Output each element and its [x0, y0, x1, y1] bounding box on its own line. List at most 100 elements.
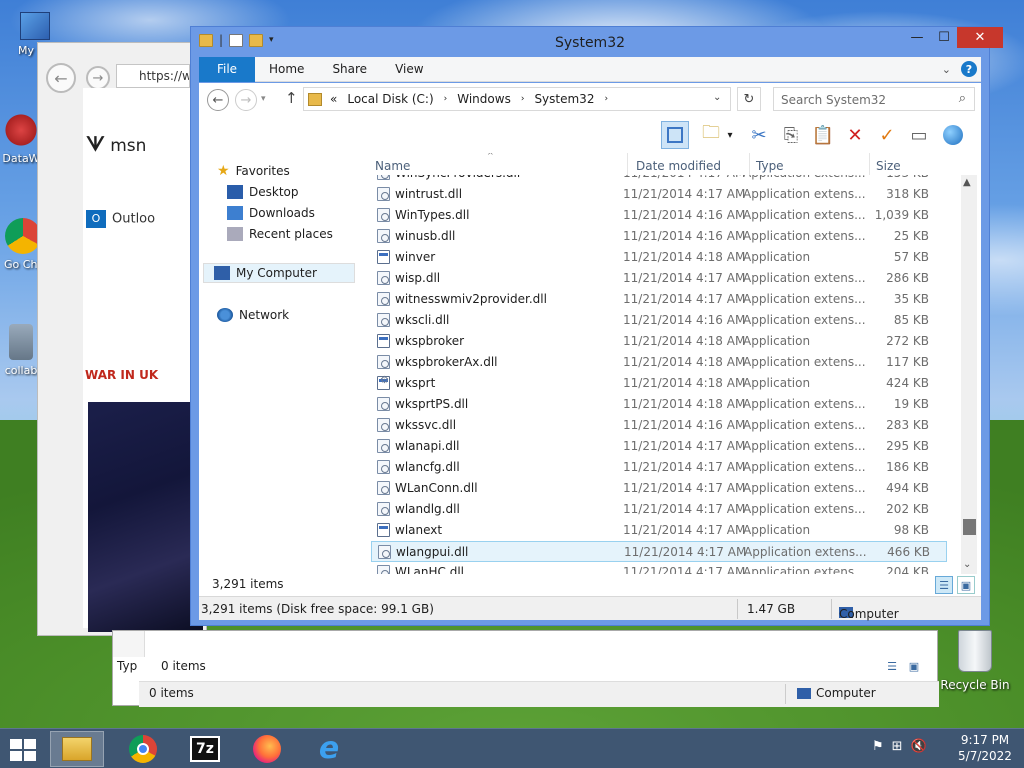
table-row[interactable]: wlandlg.dll 11/21/2014 4:17 AM Application…: [371, 499, 947, 520]
browser-forward-button[interactable]: →: [86, 66, 110, 90]
ribbon-expand-icon[interactable]: ⌄: [942, 63, 951, 76]
table-row[interactable]: winver 11/21/2014 4:18 AM Application 57 KB: [371, 247, 947, 268]
nav-network[interactable]: Network: [217, 305, 289, 325]
minimize-button[interactable]: —: [903, 27, 931, 48]
breadcrumb-prefix[interactable]: «: [330, 92, 337, 106]
browser-address-bar[interactable]: https://w: [116, 64, 190, 88]
table-row[interactable]: wlancfg.dll 11/21/2014 4:17 AM Application…: [371, 457, 947, 478]
action-center-flag-icon[interactable]: ⚑: [872, 739, 884, 754]
file-date: 11/21/2014 4:17 AM: [623, 502, 746, 516]
clock[interactable]: 9:17 PM 5/7/2022: [950, 732, 1020, 764]
chevron-right-icon[interactable]: ›: [444, 94, 448, 104]
vertical-scrollbar[interactable]: ▲ ⌄: [961, 175, 977, 575]
search-input[interactable]: Search System32 ⌕: [773, 87, 975, 111]
details-view-icon[interactable]: ☰: [935, 576, 953, 594]
table-row[interactable]: wlanapi.dll 11/21/2014 4:17 AM Application…: [371, 436, 947, 457]
table-row[interactable]: wkssvc.dll 11/21/2014 4:16 AM Application …: [371, 415, 947, 436]
cut-icon[interactable]: ✂: [745, 121, 773, 149]
scroll-down-icon[interactable]: ⌄: [963, 559, 971, 570]
table-row[interactable]: WinTypes.dll 11/21/2014 4:16 AM Applicatio…: [371, 205, 947, 226]
address-field[interactable]: « Local Disk (C:) › Windows › System32 ›: [303, 87, 731, 111]
address-bar-row: ← → ▾ ↑ « Local Disk (C:) › Windows › Sy…: [199, 83, 981, 117]
recent-locations-icon[interactable]: ▾: [261, 94, 266, 104]
taskbar-chrome[interactable]: [116, 731, 170, 767]
column-type[interactable]: Type: [756, 159, 784, 173]
column-date[interactable]: Date modified: [636, 159, 721, 173]
nav-my-computer[interactable]: My Computer: [203, 263, 355, 283]
taskbar-firefox[interactable]: [240, 731, 294, 767]
nav-desktop[interactable]: Desktop: [227, 182, 299, 202]
status-bar: 3,291 items (Disk free space: 99.1 GB) 1…: [199, 596, 981, 621]
taskbar-7zip[interactable]: 7z: [178, 731, 232, 767]
table-row[interactable]: witnesswmiv2provider.dll 11/21/2014 4:17 …: [371, 289, 947, 310]
up-button[interactable]: ↑: [285, 89, 298, 107]
large-icons-view-icon[interactable]: ▣: [957, 576, 975, 594]
table-row[interactable]: wksprt 11/21/2014 4:18 AMApplication 424 K…: [371, 373, 947, 394]
title-bar[interactable]: | ▾ System32 — ☐ ✕: [191, 27, 1003, 57]
table-row[interactable]: wlangpui.dll 11/21/2014 4:17 AM Applicatio…: [371, 541, 947, 562]
file-name: wlancfg.dll: [395, 460, 460, 474]
properties-folder-icon[interactable]: 🗀: [697, 121, 725, 149]
address-dropdown-icon[interactable]: ⌄: [713, 92, 721, 103]
breadcrumb-local-disk[interactable]: Local Disk (C:): [347, 92, 433, 106]
taskbar-file-explorer[interactable]: [50, 731, 104, 767]
scroll-thumb[interactable]: [963, 519, 976, 535]
table-row[interactable]: wisp.dll 11/21/2014 4:17 AM Application ex…: [371, 268, 947, 289]
column-size[interactable]: Size: [876, 159, 901, 173]
view-toggle[interactable]: ☰ ▣: [883, 657, 923, 675]
msn-logo[interactable]: ᗐ msn: [86, 132, 146, 156]
table-row[interactable]: wkspbroker 11/21/2014 4:18 AM Application 2…: [371, 331, 947, 352]
maximize-button[interactable]: ☐: [931, 27, 957, 48]
tab-share[interactable]: Share: [318, 62, 381, 76]
table-row[interactable]: wkspbrokerAx.dll 11/21/2014 4:18 AM Applic…: [371, 352, 947, 373]
scroll-up-icon[interactable]: ▲: [963, 177, 971, 188]
dropdown-icon[interactable]: ▾: [723, 121, 737, 149]
table-row[interactable]: WinSyncProviders.dll11/21/2014 4:17 AMAp…: [371, 175, 947, 184]
tab-home[interactable]: Home: [255, 62, 318, 76]
globe-icon[interactable]: [939, 121, 967, 149]
rename-icon[interactable]: ▭: [905, 121, 933, 149]
desktop-icon-recycle-bin[interactable]: Recycle Bin: [940, 630, 1010, 692]
tiles-view-icon[interactable]: ▣: [905, 657, 923, 675]
breadcrumb-system32[interactable]: System32: [534, 92, 594, 106]
news-photo[interactable]: [88, 402, 203, 632]
file-list: Name ^ Date modified Type Size WinSyncPr…: [359, 153, 981, 594]
close-button[interactable]: ✕: [957, 27, 1003, 48]
table-row[interactable]: wkscli.dll 11/21/2014 4:16 AM Application …: [371, 310, 947, 331]
nav-downloads[interactable]: Downloads: [227, 203, 315, 223]
preview-pane-icon[interactable]: [661, 121, 689, 149]
explorer-window[interactable]: | ▾ System32 — ☐ ✕ File Home Share View …: [190, 26, 1003, 626]
explorer-window-background[interactable]: Typ 0 items ☰ ▣ 0 items Computer: [112, 630, 939, 707]
table-row[interactable]: WLanConn.dll 11/21/2014 4:17 AM Applicatio…: [371, 478, 947, 499]
nav-favorites[interactable]: ★ Favorites: [217, 161, 290, 181]
back-button[interactable]: ←: [207, 89, 229, 111]
tab-view[interactable]: View: [381, 62, 437, 76]
tab-file[interactable]: File: [199, 56, 255, 82]
help-icon[interactable]: ?: [961, 61, 977, 77]
column-name[interactable]: Name: [375, 159, 410, 173]
nav-recent-places[interactable]: Recent places: [227, 224, 333, 244]
file-date: 11/21/2014 4:17 AM: [623, 523, 746, 537]
browser-back-button[interactable]: ←: [46, 63, 76, 93]
table-row[interactable]: wlanext 11/21/2014 4:17 AM Application 98 K…: [371, 520, 947, 541]
chevron-right-icon[interactable]: ›: [521, 94, 525, 104]
paste-icon[interactable]: 📋: [809, 121, 837, 149]
network-status-icon[interactable]: ⊞: [892, 739, 903, 754]
outlook-link[interactable]: O Outloo: [86, 210, 155, 228]
collab-icon: [9, 324, 33, 360]
table-row[interactable]: wintrust.dll 11/21/2014 4:17 AM Applicatio…: [371, 184, 947, 205]
forward-button[interactable]: →: [235, 89, 257, 111]
chevron-right-icon[interactable]: ›: [604, 94, 608, 104]
taskbar-internet-explorer[interactable]: e: [302, 731, 356, 767]
delete-icon[interactable]: ✕: [841, 121, 869, 149]
news-headline[interactable]: WAR IN UK: [85, 368, 158, 382]
table-row[interactable]: wksprtPS.dll 11/21/2014 4:18 AM Applicatio…: [371, 394, 947, 415]
table-row[interactable]: winusb.dll 11/21/2014 4:16 AM Application …: [371, 226, 947, 247]
start-button[interactable]: [10, 739, 38, 761]
volume-muted-icon[interactable]: 🔇: [911, 739, 927, 754]
breadcrumb-windows[interactable]: Windows: [457, 92, 511, 106]
refresh-button[interactable]: ↻: [737, 87, 761, 111]
details-view-icon[interactable]: ☰: [883, 657, 901, 675]
copy-icon[interactable]: ⎘: [777, 121, 805, 149]
rename-check-icon[interactable]: ✓: [873, 121, 901, 149]
